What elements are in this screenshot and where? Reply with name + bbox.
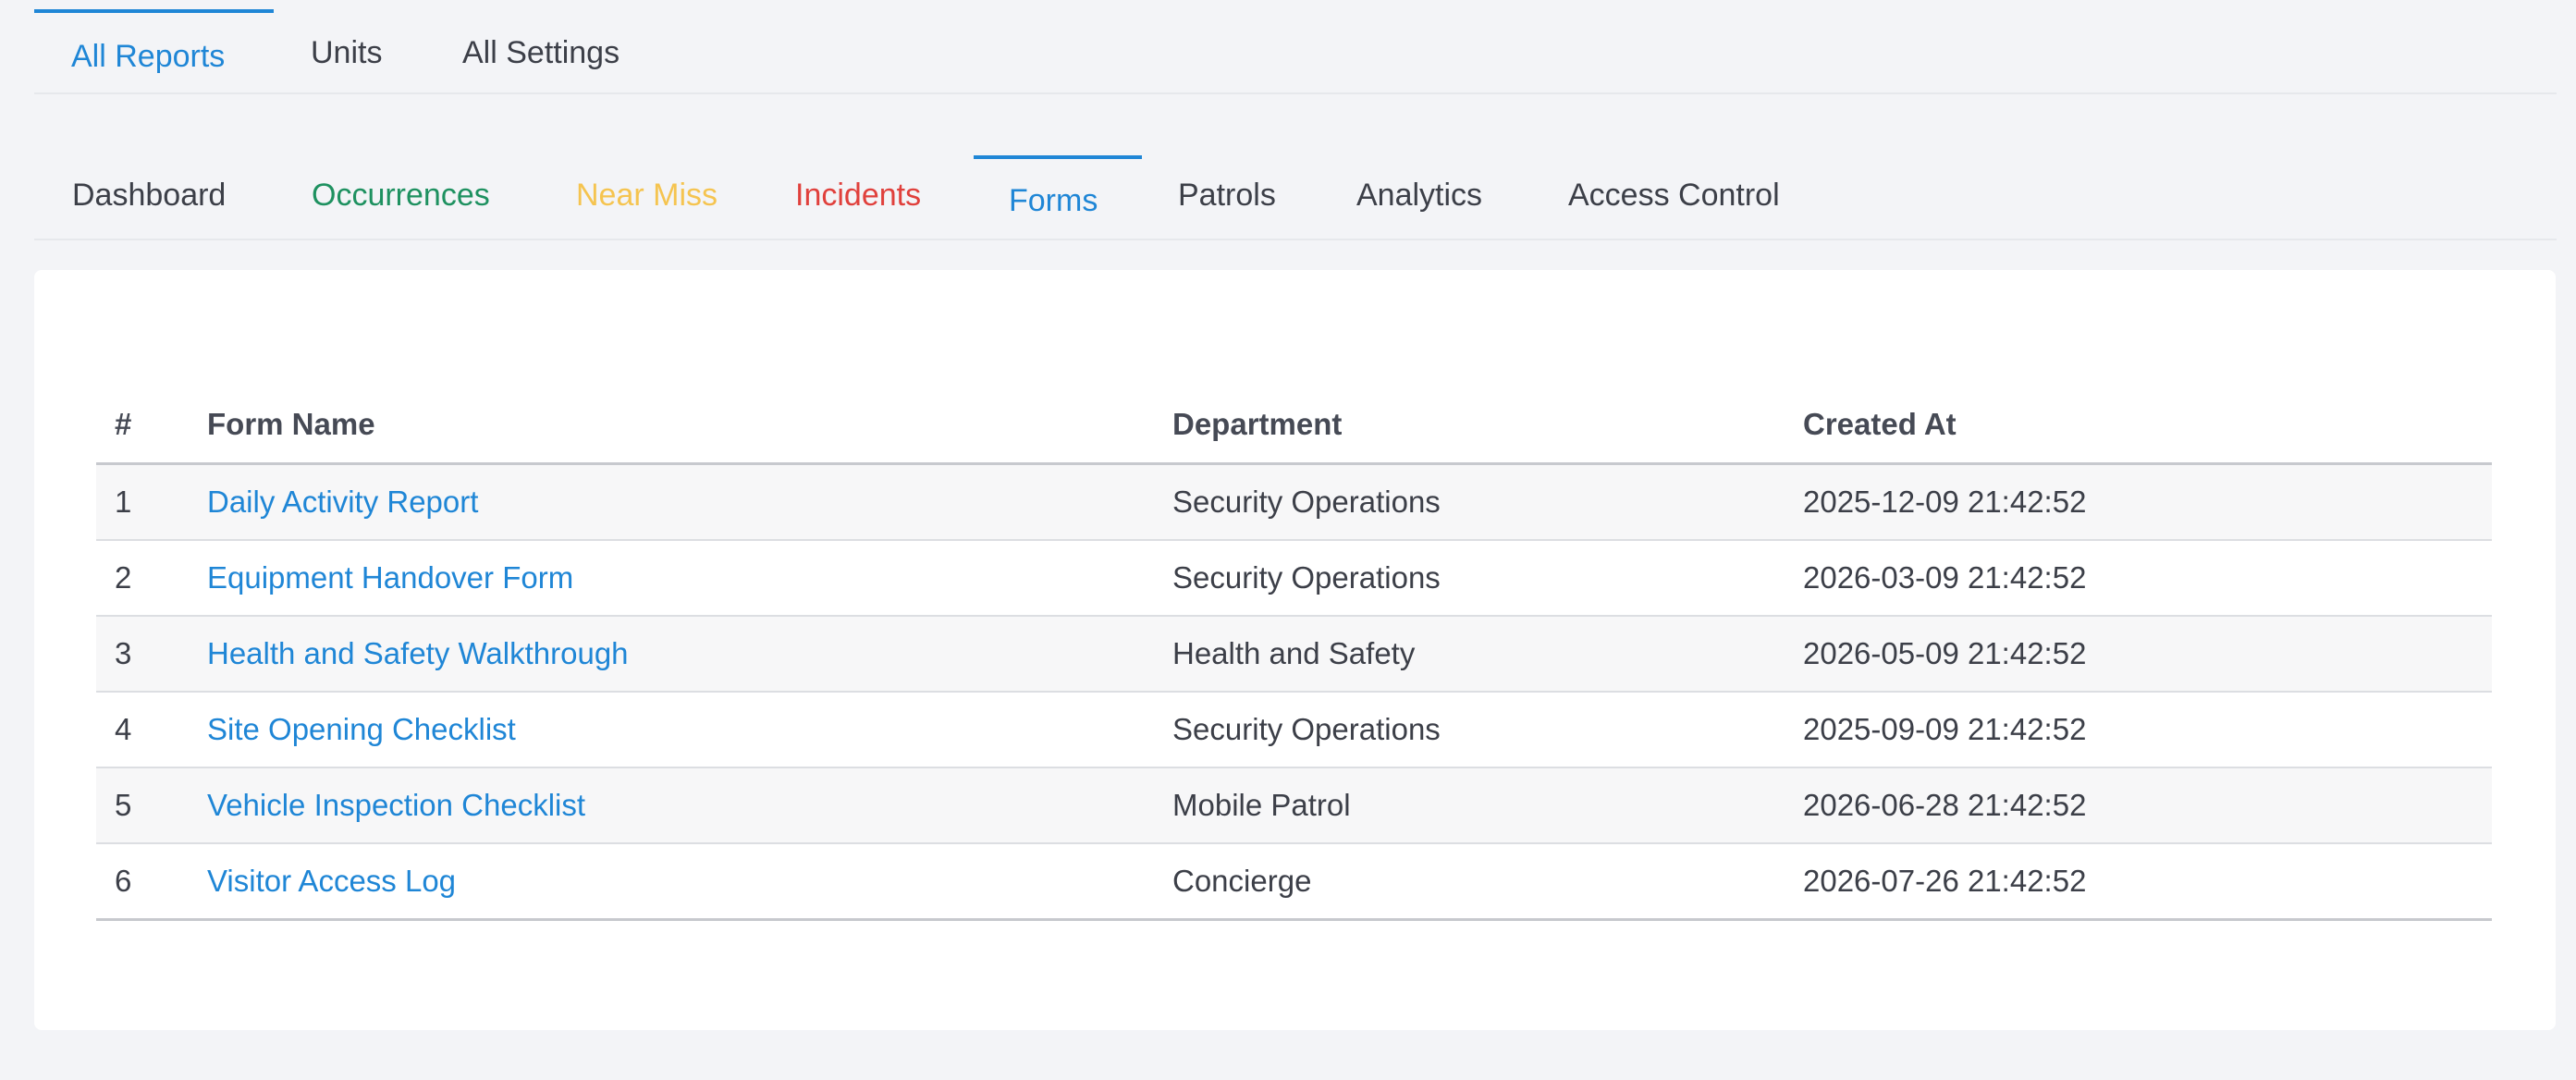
table-row: 4 Site Opening Checklist Security Operat… bbox=[96, 692, 2492, 768]
row-number: 2 bbox=[96, 540, 207, 617]
row-number: 6 bbox=[96, 843, 207, 921]
table-row: 1 Daily Activity Report Security Operati… bbox=[96, 463, 2492, 541]
form-name-link[interactable]: Health and Safety Walkthrough bbox=[207, 636, 629, 670]
row-number: 5 bbox=[96, 767, 207, 844]
tab-units[interactable]: Units bbox=[311, 9, 382, 94]
tab-occurrences[interactable]: Occurrences bbox=[312, 155, 490, 239]
department-cell: Security Operations bbox=[1172, 540, 1803, 617]
department-cell: Security Operations bbox=[1172, 463, 1803, 541]
department-cell: Concierge bbox=[1172, 843, 1803, 921]
tab-analytics[interactable]: Analytics bbox=[1356, 155, 1482, 239]
forms-card: # Form Name Department Created At 1 Dail… bbox=[34, 270, 2556, 1030]
department-cell: Health and Safety bbox=[1172, 616, 1803, 693]
created-at-cell: 2025-09-09 21:42:52 bbox=[1803, 692, 2492, 768]
created-at-cell: 2026-07-26 21:42:52 bbox=[1803, 843, 2492, 921]
created-at-cell: 2025-12-09 21:42:52 bbox=[1803, 463, 2492, 541]
table-row: 5 Vehicle Inspection Checklist Mobile Pa… bbox=[96, 767, 2492, 844]
tab-near-miss[interactable]: Near Miss bbox=[576, 155, 718, 239]
tab-access-control[interactable]: Access Control bbox=[1568, 155, 1780, 239]
department-cell: Security Operations bbox=[1172, 692, 1803, 768]
column-header-created-at[interactable]: Created At bbox=[1803, 387, 2492, 465]
tab-all-reports[interactable]: All Reports bbox=[34, 9, 274, 94]
form-name-link[interactable]: Equipment Handover Form bbox=[207, 560, 573, 595]
department-cell: Mobile Patrol bbox=[1172, 767, 1803, 844]
table-row: 3 Health and Safety Walkthrough Health a… bbox=[96, 616, 2492, 693]
table-row: 2 Equipment Handover Form Security Opera… bbox=[96, 540, 2492, 617]
created-at-cell: 2026-05-09 21:42:52 bbox=[1803, 616, 2492, 693]
tab-patrols[interactable]: Patrols bbox=[1178, 155, 1276, 239]
tab-dashboard[interactable]: Dashboard bbox=[72, 155, 226, 239]
tab-forms[interactable]: Forms bbox=[974, 155, 1142, 239]
form-name-link[interactable]: Daily Activity Report bbox=[207, 485, 478, 519]
forms-table: # Form Name Department Created At 1 Dail… bbox=[96, 387, 2492, 921]
row-number: 3 bbox=[96, 616, 207, 693]
table-row: 6 Visitor Access Log Concierge 2026-07-2… bbox=[96, 843, 2492, 921]
table-header-row: # Form Name Department Created At bbox=[96, 387, 2492, 465]
column-header-number: # bbox=[96, 387, 207, 465]
column-header-department[interactable]: Department bbox=[1172, 387, 1803, 465]
row-number: 1 bbox=[96, 463, 207, 541]
tab-all-settings[interactable]: All Settings bbox=[462, 9, 619, 94]
form-name-link[interactable]: Visitor Access Log bbox=[207, 864, 456, 898]
form-name-link[interactable]: Site Opening Checklist bbox=[207, 712, 516, 746]
report-sub-tab-bar: Dashboard Occurrences Near Miss Incident… bbox=[34, 94, 2557, 240]
row-number: 4 bbox=[96, 692, 207, 768]
top-tab-bar: All Reports Units All Settings bbox=[34, 0, 2557, 94]
created-at-cell: 2026-03-09 21:42:52 bbox=[1803, 540, 2492, 617]
created-at-cell: 2026-06-28 21:42:52 bbox=[1803, 767, 2492, 844]
tab-incidents[interactable]: Incidents bbox=[795, 155, 921, 239]
form-name-link[interactable]: Vehicle Inspection Checklist bbox=[207, 788, 585, 822]
column-header-form-name[interactable]: Form Name bbox=[207, 387, 1172, 465]
